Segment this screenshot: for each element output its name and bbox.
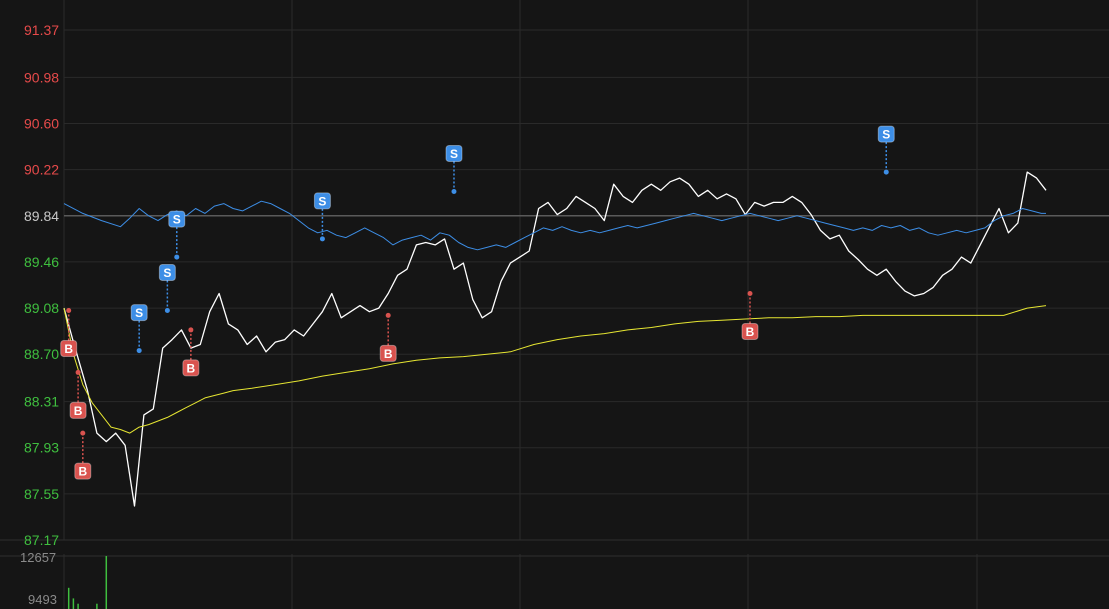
- grid-lines: [0, 0, 1109, 609]
- signal-marker-b: B: [741, 291, 759, 340]
- signal-marker-b: B: [60, 308, 78, 357]
- signal-marker-b: B: [74, 430, 92, 480]
- signal-badge-label: S: [135, 306, 143, 320]
- signal-marker-s: S: [168, 210, 186, 260]
- series-line-avg_blue: [63, 200, 1046, 251]
- signal-badge-label: B: [64, 342, 73, 356]
- signal-badge-label: S: [450, 147, 458, 161]
- volume-tick-label: 9493: [28, 592, 57, 607]
- signal-badge-label: B: [384, 347, 393, 361]
- signal-badge-label: S: [173, 213, 181, 227]
- intraday-chart[interactable]: 91.37 90.98 90.60 90.22 89.84 89.46 89.08 88.70…: [0, 0, 1109, 609]
- signal-badge-label: B: [78, 465, 87, 479]
- signal-badge-label: B: [746, 325, 755, 339]
- signal-badge-label: S: [318, 194, 326, 208]
- price-tick-label: 89.08: [24, 300, 59, 316]
- signal-marker-s: S: [877, 125, 895, 175]
- price-tick-label: 87.17: [24, 532, 59, 548]
- signal-badge-label: S: [882, 128, 890, 142]
- signal-marker-s: S: [313, 192, 331, 242]
- signal-badge-label: S: [163, 266, 171, 280]
- price-tick-label: 90.98: [24, 69, 59, 85]
- price-axis-ticks: 91.37 90.98 90.60 90.22 89.84 89.46 89.08 88.70…: [24, 22, 59, 548]
- price-tick-label: 88.70: [24, 346, 59, 362]
- price-tick-label: 89.84: [24, 208, 59, 224]
- volume-bars: [67, 556, 108, 609]
- price-tick-label: 91.37: [24, 22, 59, 38]
- price-tick-label: 87.93: [24, 440, 59, 456]
- price-tick-label: 87.55: [24, 486, 59, 502]
- price-tick-label: 88.31: [24, 394, 59, 410]
- signal-marker-b: B: [182, 327, 200, 377]
- price-tick-label: 90.60: [24, 116, 59, 132]
- price-series: [63, 171, 1047, 507]
- volume-axis-ticks: 12657 9493: [20, 550, 57, 607]
- signal-badge-label: B: [74, 404, 83, 418]
- signal-marker-b: B: [379, 312, 397, 362]
- price-tick-label: 89.46: [24, 254, 59, 270]
- signal-marker-s: S: [158, 264, 176, 313]
- volume-tick-label: 12657: [20, 550, 56, 565]
- series-line-price: [63, 171, 1047, 507]
- trade-signals: B B B S S S B S B S B S: [60, 125, 895, 480]
- price-tick-label: 90.22: [24, 162, 59, 178]
- series-line-avg_yellow: [63, 305, 1047, 434]
- signal-marker-s: S: [130, 304, 148, 354]
- signal-badge-label: B: [187, 361, 196, 375]
